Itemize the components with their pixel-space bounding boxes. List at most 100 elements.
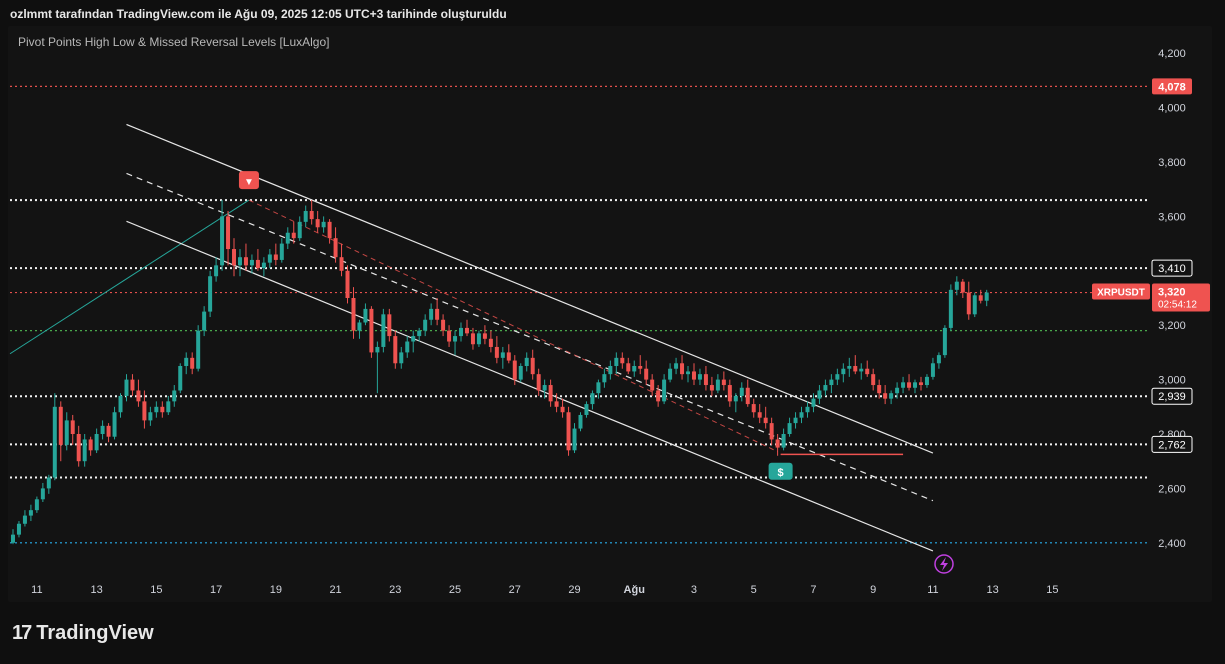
candle[interactable]: [877, 385, 882, 394]
candle[interactable]: [249, 259, 254, 266]
candle[interactable]: [566, 412, 571, 451]
candle[interactable]: [345, 270, 350, 298]
candle[interactable]: [118, 395, 123, 413]
candle[interactable]: [363, 308, 368, 323]
candle[interactable]: [58, 406, 63, 445]
candle[interactable]: [447, 330, 452, 342]
candle[interactable]: [859, 368, 864, 372]
tradingview-logo[interactable]: 17 TradingView: [12, 622, 154, 645]
candle[interactable]: [978, 295, 983, 301]
candle[interactable]: [40, 488, 45, 500]
candle[interactable]: [847, 366, 852, 369]
candle[interactable]: [154, 406, 159, 413]
candle[interactable]: [273, 254, 278, 260]
candle[interactable]: [924, 376, 929, 386]
candle[interactable]: [907, 382, 912, 388]
candle[interactable]: [733, 395, 738, 402]
candle[interactable]: [303, 210, 308, 222]
candle[interactable]: [184, 357, 189, 366]
candle[interactable]: [351, 298, 356, 331]
candle[interactable]: [160, 406, 165, 413]
candle[interactable]: [608, 366, 613, 375]
candle[interactable]: [936, 355, 941, 364]
candle[interactable]: [620, 357, 625, 364]
candle[interactable]: [703, 374, 708, 386]
candle[interactable]: [596, 382, 601, 394]
candle[interactable]: [381, 314, 386, 347]
candle[interactable]: [727, 385, 732, 402]
candle[interactable]: [745, 387, 750, 405]
candle[interactable]: [453, 336, 458, 342]
candle[interactable]: [214, 265, 219, 277]
candle[interactable]: [721, 379, 726, 386]
candle[interactable]: [763, 417, 768, 424]
candle[interactable]: [626, 363, 631, 372]
candle[interactable]: [817, 390, 822, 399]
candle[interactable]: [255, 259, 260, 269]
candle[interactable]: [942, 327, 947, 356]
candle[interactable]: [28, 510, 33, 516]
candle[interactable]: [369, 308, 374, 353]
candle[interactable]: [148, 412, 153, 421]
candle[interactable]: [512, 360, 517, 380]
candle[interactable]: [835, 374, 840, 380]
candle[interactable]: [243, 257, 248, 266]
candle[interactable]: [614, 357, 619, 366]
candle[interactable]: [913, 382, 918, 388]
candle[interactable]: [739, 387, 744, 396]
candle[interactable]: [232, 249, 237, 266]
candle[interactable]: [339, 257, 344, 271]
candle[interactable]: [297, 221, 302, 239]
candle[interactable]: [829, 379, 834, 386]
candle[interactable]: [787, 423, 792, 434]
candle[interactable]: [518, 366, 523, 380]
candle[interactable]: [333, 238, 338, 258]
candle[interactable]: [709, 385, 714, 391]
candle[interactable]: [309, 210, 314, 220]
candle[interactable]: [70, 420, 75, 434]
candle[interactable]: [680, 363, 685, 375]
candle[interactable]: [889, 393, 894, 399]
candle[interactable]: [178, 366, 183, 391]
candle[interactable]: [697, 374, 702, 380]
candle[interactable]: [279, 243, 284, 260]
candle[interactable]: [918, 382, 923, 386]
candle[interactable]: [130, 379, 135, 391]
candle[interactable]: [560, 406, 565, 413]
candle[interactable]: [435, 308, 440, 320]
candle[interactable]: [530, 357, 535, 375]
candle[interactable]: [470, 333, 475, 345]
candle[interactable]: [883, 393, 888, 399]
candle[interactable]: [10, 534, 15, 543]
candle[interactable]: [476, 333, 481, 345]
candle[interactable]: [261, 262, 266, 269]
candle[interactable]: [811, 398, 816, 407]
candle[interactable]: [76, 434, 81, 462]
candle[interactable]: [375, 346, 380, 353]
candle[interactable]: [482, 333, 487, 339]
candle[interactable]: [315, 219, 320, 228]
candle[interactable]: [124, 379, 129, 396]
candle[interactable]: [22, 515, 27, 524]
candle[interactable]: [972, 295, 977, 315]
candle[interactable]: [548, 385, 553, 402]
candle[interactable]: [357, 322, 362, 331]
candle[interactable]: [488, 338, 493, 347]
candle[interactable]: [901, 382, 906, 388]
candle[interactable]: [387, 314, 392, 337]
candle[interactable]: [584, 404, 589, 415]
candle[interactable]: [757, 412, 762, 418]
candle[interactable]: [674, 363, 679, 369]
candle[interactable]: [136, 390, 141, 402]
candle[interactable]: [441, 319, 446, 331]
candle[interactable]: [327, 221, 332, 239]
candle[interactable]: [542, 385, 547, 391]
candle[interactable]: [94, 434, 99, 451]
candle[interactable]: [930, 363, 935, 377]
candle[interactable]: [393, 336, 398, 364]
candle[interactable]: [417, 330, 422, 337]
candle[interactable]: [751, 404, 756, 413]
candle[interactable]: [52, 406, 57, 478]
candle[interactable]: [948, 289, 953, 328]
candle[interactable]: [321, 221, 326, 228]
